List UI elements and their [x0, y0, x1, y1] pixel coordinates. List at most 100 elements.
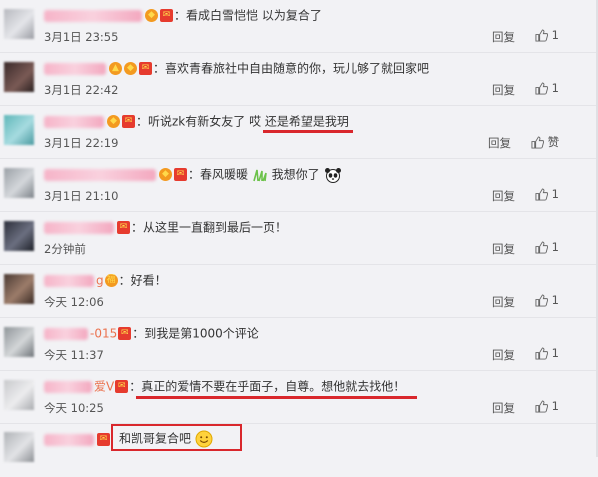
comment-text: ：看成白雪恺恺 以为复合了: [174, 8, 322, 23]
reply-button[interactable]: 回复: [492, 82, 515, 98]
username[interactable]: [44, 221, 114, 234]
avatar[interactable]: [4, 9, 34, 39]
comment-line: 爱V ✉ ：真正的爱情不要在乎面子，自尊。想他就去找他！: [44, 377, 405, 395]
username[interactable]: [44, 327, 88, 340]
red-envelope-badge-icon: ✉: [160, 9, 173, 22]
like-count: 1: [551, 240, 559, 254]
thumbs-up-icon: [535, 82, 548, 95]
like-count: 1: [551, 399, 559, 413]
vip-icon: ◆: [145, 9, 158, 22]
avatar[interactable]: [4, 327, 34, 357]
smile-emoji-icon: [195, 430, 213, 447]
username[interactable]: [44, 433, 94, 446]
like-count: 1: [551, 28, 559, 42]
comment-row: g 福：好看！ 今天 12:06 回复 1: [0, 265, 598, 318]
username[interactable]: [44, 168, 156, 181]
comment-text: 和凯哥复合吧: [119, 431, 192, 446]
avatar[interactable]: [4, 115, 34, 145]
username[interactable]: [44, 380, 92, 393]
username-tail[interactable]: g: [96, 274, 104, 288]
timestamp: 3月1日 21:10: [44, 189, 119, 203]
timestamp: 今天 10:25: [44, 401, 104, 415]
avatar[interactable]: [4, 62, 34, 92]
highlight-underline: [136, 396, 417, 399]
reply-button[interactable]: 回复: [492, 294, 515, 310]
avatar[interactable]: [4, 380, 34, 410]
like-count: 1: [551, 346, 559, 360]
username-tail[interactable]: 爱V: [94, 380, 114, 394]
avatar[interactable]: [4, 221, 34, 251]
like-count: 1: [551, 293, 559, 307]
comment-text-tail: 我想你了: [267, 167, 320, 182]
reply-button[interactable]: 回复: [492, 29, 515, 45]
comment-text: ：春风暖暖: [188, 167, 249, 182]
thumbs-up-icon: [535, 188, 548, 201]
comment-text: ：从这里一直翻到最后一页！: [131, 220, 288, 235]
lucky-badge-icon: 福: [104, 274, 118, 287]
comment-row: ◆ ✉ ：春风暖暖 我想你了 3月1日 21:10 回复 1: [0, 159, 598, 212]
timestamp: 3月1日 23:55: [44, 30, 119, 44]
username[interactable]: [44, 62, 106, 75]
like-button[interactable]: 1: [535, 28, 559, 42]
comment-row: ✉ ：从这里一直翻到最后一页！ 2分钟前 回复 1: [0, 212, 598, 265]
like-button[interactable]: 1: [535, 293, 559, 307]
like-button[interactable]: 赞: [531, 134, 559, 150]
comment-line: ✉: [44, 430, 111, 448]
red-envelope-badge-icon: ✉: [117, 221, 130, 234]
thumbs-up-icon: [535, 400, 548, 413]
red-envelope-badge-icon: ✉: [118, 327, 132, 340]
reply-button[interactable]: 回复: [492, 241, 515, 257]
like-button[interactable]: 1: [535, 81, 559, 95]
username[interactable]: [44, 274, 94, 287]
thumbs-up-icon: [535, 347, 548, 360]
comment-text: ：喜欢青春旅社中自由随意的你，玩儿够了就回家吧: [153, 61, 430, 76]
comment-list: ◆ ✉ ：看成白雪恺恺 以为复合了 3月1日 23:55 回复 1 ▲ ◆ ✉ ：喜欢青春…: [0, 0, 598, 462]
vip-icon: ◆: [124, 62, 137, 75]
like-button[interactable]: 1: [535, 187, 559, 201]
timestamp: 3月1日 22:19: [44, 136, 119, 150]
avatar[interactable]: [4, 274, 34, 304]
thumbs-up-icon: [535, 29, 548, 42]
red-envelope-badge-icon: ✉: [97, 433, 110, 446]
comment-line: -015 ✉ ：到我是第1000个评论: [44, 324, 259, 342]
comment-row: 爱V ✉ ：真正的爱情不要在乎面子，自尊。想他就去找他！ 今天 10:25 回复 1: [0, 371, 598, 424]
like-button[interactable]: 1: [535, 399, 559, 413]
username-tail[interactable]: -015: [90, 327, 117, 341]
avatar[interactable]: [4, 168, 34, 198]
like-label: 赞: [547, 135, 560, 149]
like-count: 1: [551, 81, 559, 95]
comment-row: ◆ ✉ ：听说zk有新女友了 哎 还是希望是我玥 3月1日 22:19 回复 赞: [0, 106, 598, 159]
vip-icon: ◆: [107, 115, 120, 128]
comment-text: ：听说zk有新女友了 哎: [136, 114, 265, 129]
reply-button[interactable]: 回复: [492, 400, 515, 416]
reply-button[interactable]: 回复: [492, 188, 515, 204]
flame-icon: ▲: [109, 62, 122, 75]
red-envelope-badge-icon: ✉: [122, 115, 135, 128]
avatar[interactable]: [4, 432, 34, 462]
timestamp: 3月1日 22:42: [44, 83, 119, 97]
comment-line-highlighted: 和凯哥复合吧: [119, 429, 213, 448]
timestamp: 今天 11:37: [44, 348, 104, 362]
red-envelope-badge-icon: ✉: [115, 380, 129, 393]
thumbs-up-icon: [535, 241, 548, 254]
comment-row: ◆ ✉ ：看成白雪恺恺 以为复合了 3月1日 23:55 回复 1: [0, 0, 598, 53]
panda-emoji-icon: [324, 167, 341, 183]
comment-text: ：好看！: [118, 273, 167, 288]
like-button[interactable]: 1: [535, 346, 559, 360]
reply-button[interactable]: 回复: [492, 347, 515, 363]
comment-line: ◆ ✉ ：春风暖暖 我想你了: [44, 165, 342, 183]
grass-emoji-icon: [253, 169, 267, 181]
like-button[interactable]: 1: [535, 240, 559, 254]
comment-row: ✉ 和凯哥复合吧: [0, 424, 598, 477]
like-count: 1: [551, 187, 559, 201]
red-envelope-badge-icon: ✉: [139, 62, 152, 75]
comment-text: ：到我是第1000个评论: [132, 326, 259, 341]
username[interactable]: [44, 9, 142, 22]
username[interactable]: [44, 115, 104, 128]
reply-button[interactable]: 回复: [488, 135, 511, 151]
comment-row: ▲ ◆ ✉ ：喜欢青春旅社中自由随意的你，玩儿够了就回家吧 3月1日 22:42 回复…: [0, 53, 598, 106]
timestamp: 今天 12:06: [44, 295, 104, 309]
comment-row: -015 ✉ ：到我是第1000个评论 今天 11:37 回复 1: [0, 318, 598, 371]
comment-line: ✉ ：从这里一直翻到最后一页！: [44, 218, 287, 236]
red-envelope-badge-icon: ✉: [174, 168, 187, 181]
